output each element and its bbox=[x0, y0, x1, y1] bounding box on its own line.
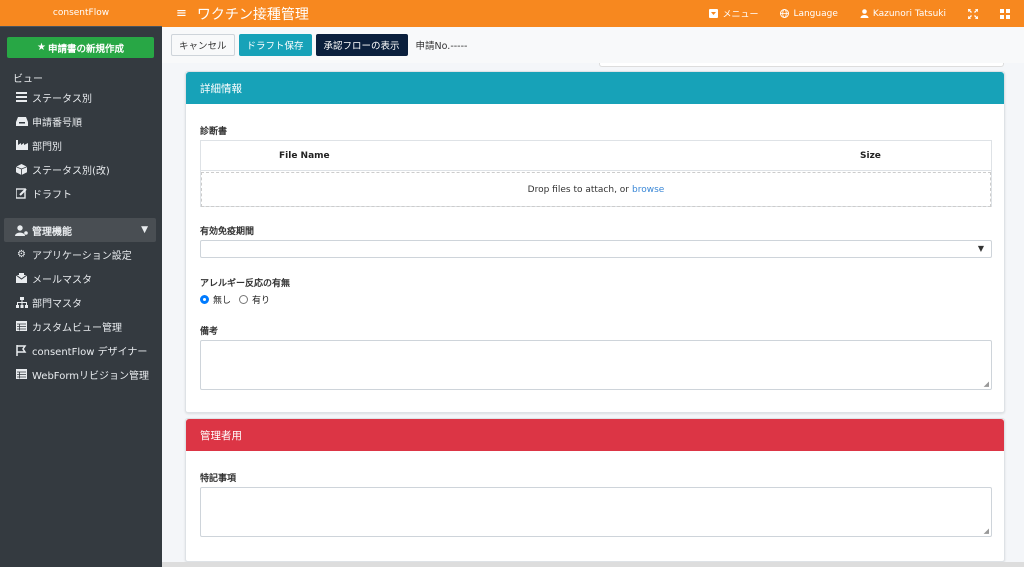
allergy-radio-group: 無し 有り bbox=[200, 293, 278, 306]
table-icon bbox=[15, 369, 28, 380]
view-section-label: ビュー bbox=[13, 74, 43, 85]
sidebar-item-label: ドラフト bbox=[32, 189, 72, 201]
details-card-header: 詳細情報 bbox=[186, 72, 1004, 104]
chevron-down-icon: ▼ bbox=[141, 225, 148, 235]
file-attachment-table: File Name Size Drop files to attach, or … bbox=[200, 140, 992, 207]
sidebar-item-label: consentFlow デザイナー bbox=[32, 346, 148, 358]
expand-arrows-icon bbox=[968, 8, 978, 19]
grid-icon bbox=[1000, 8, 1010, 19]
user-name: Kazunori Tatsuki bbox=[872, 8, 946, 19]
diagnosis-label: 診断書 bbox=[200, 127, 228, 137]
new-application-button[interactable]: ★ 申請書の新規作成 bbox=[7, 37, 154, 58]
user-icon bbox=[860, 9, 869, 18]
sidebar-item-custom-view[interactable]: カスタムビュー管理 bbox=[0, 314, 162, 338]
cancel-button[interactable]: キャンセル bbox=[171, 34, 235, 56]
sidebar-item-dept-master[interactable]: 部門マスタ bbox=[0, 290, 162, 314]
drop-text: Drop files to attach, or bbox=[527, 184, 630, 195]
user-cog-icon bbox=[15, 224, 28, 236]
sidebar-item-label: 管理機能 bbox=[32, 226, 72, 238]
allergy-label: アレルギー反応の有無 bbox=[200, 279, 291, 289]
main-content: 詳細情報 診断書 File Name Size Drop files to at… bbox=[162, 63, 1024, 567]
previous-card-edge bbox=[599, 63, 1004, 67]
caret-square-icon bbox=[709, 9, 719, 18]
gear-icon: ⚙ bbox=[17, 248, 26, 260]
admin-card-header: 管理者用 bbox=[186, 419, 1004, 451]
sidebar-item-label: アプリケーション設定 bbox=[32, 250, 132, 262]
fullscreen-button[interactable] bbox=[968, 8, 978, 19]
inbox-icon bbox=[15, 116, 28, 127]
allergy-yes-label[interactable]: 有り bbox=[252, 293, 270, 306]
sidebar-item-label: メールマスタ bbox=[32, 274, 92, 286]
list-icon bbox=[15, 92, 28, 103]
remarks-textarea[interactable]: ◢ bbox=[200, 340, 992, 390]
allergy-none-label[interactable]: 無し bbox=[213, 293, 231, 306]
top-header: ≡ ワクチン接種管理 メニュー Language Kazunori Tatsuk… bbox=[162, 0, 1024, 27]
sidebar-item-admin[interactable]: 管理機能 ▼ bbox=[4, 218, 156, 242]
sitemap-icon bbox=[15, 296, 28, 308]
browse-link[interactable]: browse bbox=[632, 185, 664, 195]
admin-card: 管理者用 特記事項 ◢ bbox=[185, 418, 1005, 562]
sidebar-item-label: WebFormリビジョン管理 bbox=[32, 370, 149, 382]
menu-dropdown[interactable]: メニュー bbox=[709, 7, 758, 20]
sidebar-item-label: カスタムビュー管理 bbox=[32, 322, 122, 334]
file-drop-zone[interactable]: Drop files to attach, or browse bbox=[201, 172, 991, 207]
language-dropdown[interactable]: Language bbox=[780, 8, 838, 19]
sidebar-item-draft[interactable]: ドラフト bbox=[0, 181, 162, 205]
sidebar-item-label: 部門マスタ bbox=[32, 298, 82, 310]
details-card: 詳細情報 診断書 File Name Size Drop files to at… bbox=[185, 71, 1005, 413]
globe-icon bbox=[780, 9, 790, 18]
sidebar-item-label: ステータス別 bbox=[32, 93, 92, 105]
immunity-period-label: 有効免疫期間 bbox=[200, 227, 255, 237]
application-number: 申請No.----- bbox=[415, 41, 468, 52]
immunity-period-select[interactable]: ▼ bbox=[200, 240, 992, 258]
bottom-scroll-strip bbox=[162, 562, 1024, 567]
new-application-label: 申請書の新規作成 bbox=[47, 43, 124, 55]
apps-grid-button[interactable] bbox=[1000, 8, 1010, 19]
industry-icon bbox=[15, 140, 28, 151]
sidebar-item-label: 申請番号順 bbox=[32, 117, 82, 129]
file-table-header: File Name Size bbox=[201, 141, 991, 171]
designer-icon bbox=[15, 344, 28, 356]
mail-icon bbox=[15, 272, 28, 284]
sidebar-item-designer[interactable]: consentFlow デザイナー bbox=[0, 338, 162, 362]
cube-icon bbox=[15, 163, 28, 175]
sidebar-item-label: ステータス別(改) bbox=[32, 165, 110, 177]
sidebar-item-department[interactable]: 部門別 bbox=[0, 133, 162, 157]
show-approval-flow-button[interactable]: 承認フローの表示 bbox=[315, 34, 408, 56]
sidebar-item-label: 部門別 bbox=[32, 141, 62, 153]
resize-handle-icon[interactable]: ◢ bbox=[984, 527, 989, 535]
page-title: ワクチン接種管理 bbox=[196, 6, 309, 23]
special-notes-label: 特記事項 bbox=[200, 474, 237, 484]
menu-label: メニュー bbox=[722, 10, 759, 20]
remarks-label: 備考 bbox=[200, 327, 219, 337]
sidebar: consentFlow ★ 申請書の新規作成 ビュー ステータス別 申請番号順 … bbox=[0, 0, 162, 567]
brand-logo[interactable]: consentFlow bbox=[0, 0, 162, 27]
star-icon: ★ bbox=[37, 42, 46, 53]
special-notes-textarea[interactable]: ◢ bbox=[200, 487, 992, 537]
sidebar-item-webform-revision[interactable]: WebFormリビジョン管理 bbox=[0, 362, 162, 386]
allergy-yes-radio[interactable] bbox=[239, 295, 249, 304]
sidebar-item-app-settings[interactable]: ⚙ アプリケーション設定 bbox=[0, 242, 162, 266]
table-icon bbox=[15, 321, 28, 332]
size-column: Size bbox=[860, 151, 881, 161]
sidebar-item-mail-master[interactable]: メールマスタ bbox=[0, 266, 162, 290]
resize-handle-icon[interactable]: ◢ bbox=[984, 380, 989, 388]
sidebar-item-status-v2[interactable]: ステータス別(改) bbox=[0, 157, 162, 181]
save-draft-button[interactable]: ドラフト保存 bbox=[238, 34, 312, 56]
sidebar-item-status[interactable]: ステータス別 bbox=[0, 85, 162, 109]
action-toolbar: キャンセル ドラフト保存 承認フローの表示 申請No.----- bbox=[162, 27, 1024, 63]
user-menu[interactable]: Kazunori Tatsuki bbox=[860, 9, 946, 19]
language-label: Language bbox=[793, 8, 838, 19]
edit-icon bbox=[15, 187, 28, 199]
hamburger-menu-icon[interactable]: ≡ bbox=[176, 6, 187, 21]
caret-down-icon: ▼ bbox=[977, 244, 984, 253]
file-name-column: File Name bbox=[279, 151, 330, 161]
allergy-none-radio[interactable] bbox=[200, 295, 209, 304]
sidebar-item-appno[interactable]: 申請番号順 bbox=[0, 109, 162, 133]
